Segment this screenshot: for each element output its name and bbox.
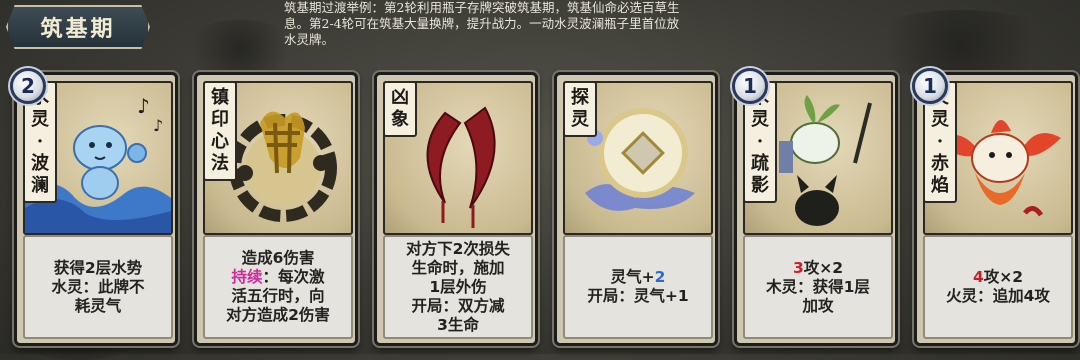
stage-description: 筑基期过渡举例：第2轮利用瓶子存牌突破筑基期，筑基仙命必选百草生 息。第2-4轮… [284,0,844,48]
effect-line: 开局：灵气+1 [587,287,689,305]
card-cost-badge: 1 [912,68,948,104]
effect-line: 灵气+2 [610,268,666,286]
stage-title: 筑基期 [40,16,116,42]
ink-splash [860,10,1060,80]
card-name: 镇印心法 [203,81,237,181]
card-water-spirit[interactable]: ♪ ♪ 水灵·波澜 获得2层水势 水灵：此牌不 耗灵气 [14,72,178,346]
description-line: 水灵牌。 [284,32,335,47]
effect-line: 火灵：追加4攻 [946,287,1050,305]
effect-line: 对方下2次损失 [406,239,510,258]
card-name: 探灵 [563,81,597,137]
keyword-sustain: 持续 [231,268,263,286]
card-spirit-probe[interactable]: 探灵 灵气+2 开局：灵气+1 [554,72,718,346]
card-seal-method[interactable]: 镇印心法 造成6伤害 持续：每次激 活五行时，向 对方造成2伤害 [194,72,358,346]
svg-text:♪: ♪ [137,94,150,118]
effect-line: 1层外伤 [429,277,487,296]
card-effect-text: 4攻×2 火灵：追加4攻 [923,235,1073,339]
effect-line: 活五行时，向 [231,287,325,305]
ink-splash [180,20,300,80]
effect-line: 生命时，施加 [411,258,505,277]
card-effect-text: 对方下2次损失 生命时，施加 1层外伤 开局：双方减 3生命 [383,235,533,339]
effect-line: 4攻×2 [972,268,1024,286]
effect-line: 加攻 [802,296,834,315]
card-effect-text: 造成6伤害 持续：每次激 活五行时，向 对方造成2伤害 [203,235,353,339]
card-fire-spirit[interactable]: 火灵·赤焰 4攻×2 火灵：追加4攻 [914,72,1078,346]
effect-line: 3攻×2 [792,258,844,277]
card-ominous-sign[interactable]: 凶象 对方下2次损失 生命时，施加 1层外伤 开局：双方减 3生命 [374,72,538,346]
effect-line: 造成6伤害 [241,249,315,267]
card-cost-badge: 2 [10,68,46,104]
svg-text:♪: ♪ [153,116,163,135]
effect-line: 木灵：获得1层 [766,277,870,296]
effect-line: 持续：每次激 [231,268,325,286]
description-line: 筑基期过渡举例：第2轮利用瓶子存牌突破筑基期，筑基仙命必选百草生 [284,0,680,15]
effect-line: 开局：双方减 [411,296,505,315]
effect-line: 3生命 [437,315,479,334]
card-name: 凶象 [383,81,417,137]
description-line: 息。第2-4轮可在筑基大量换牌，提升战力。一动水灵波澜瓶子里首位放 [284,16,680,31]
effect-line: 耗灵气 [74,296,122,315]
stage-title-plate: 筑基期 [6,5,150,49]
card-effect-text: 3攻×2 木灵：获得1层 加攻 [743,235,893,339]
card-effect-text: 获得2层水势 水灵：此牌不 耗灵气 [23,235,173,339]
card-wood-spirit[interactable]: 木灵·疏影 3攻×2 木灵：获得1层 加攻 [734,72,898,346]
effect-line: 对方造成2伤害 [226,306,330,324]
effect-line: 水灵：此牌不 [51,277,145,296]
card-cost-badge: 1 [732,68,768,104]
effect-line: 获得2层水势 [53,258,143,277]
card-effect-text: 灵气+2 开局：灵气+1 [563,235,713,339]
